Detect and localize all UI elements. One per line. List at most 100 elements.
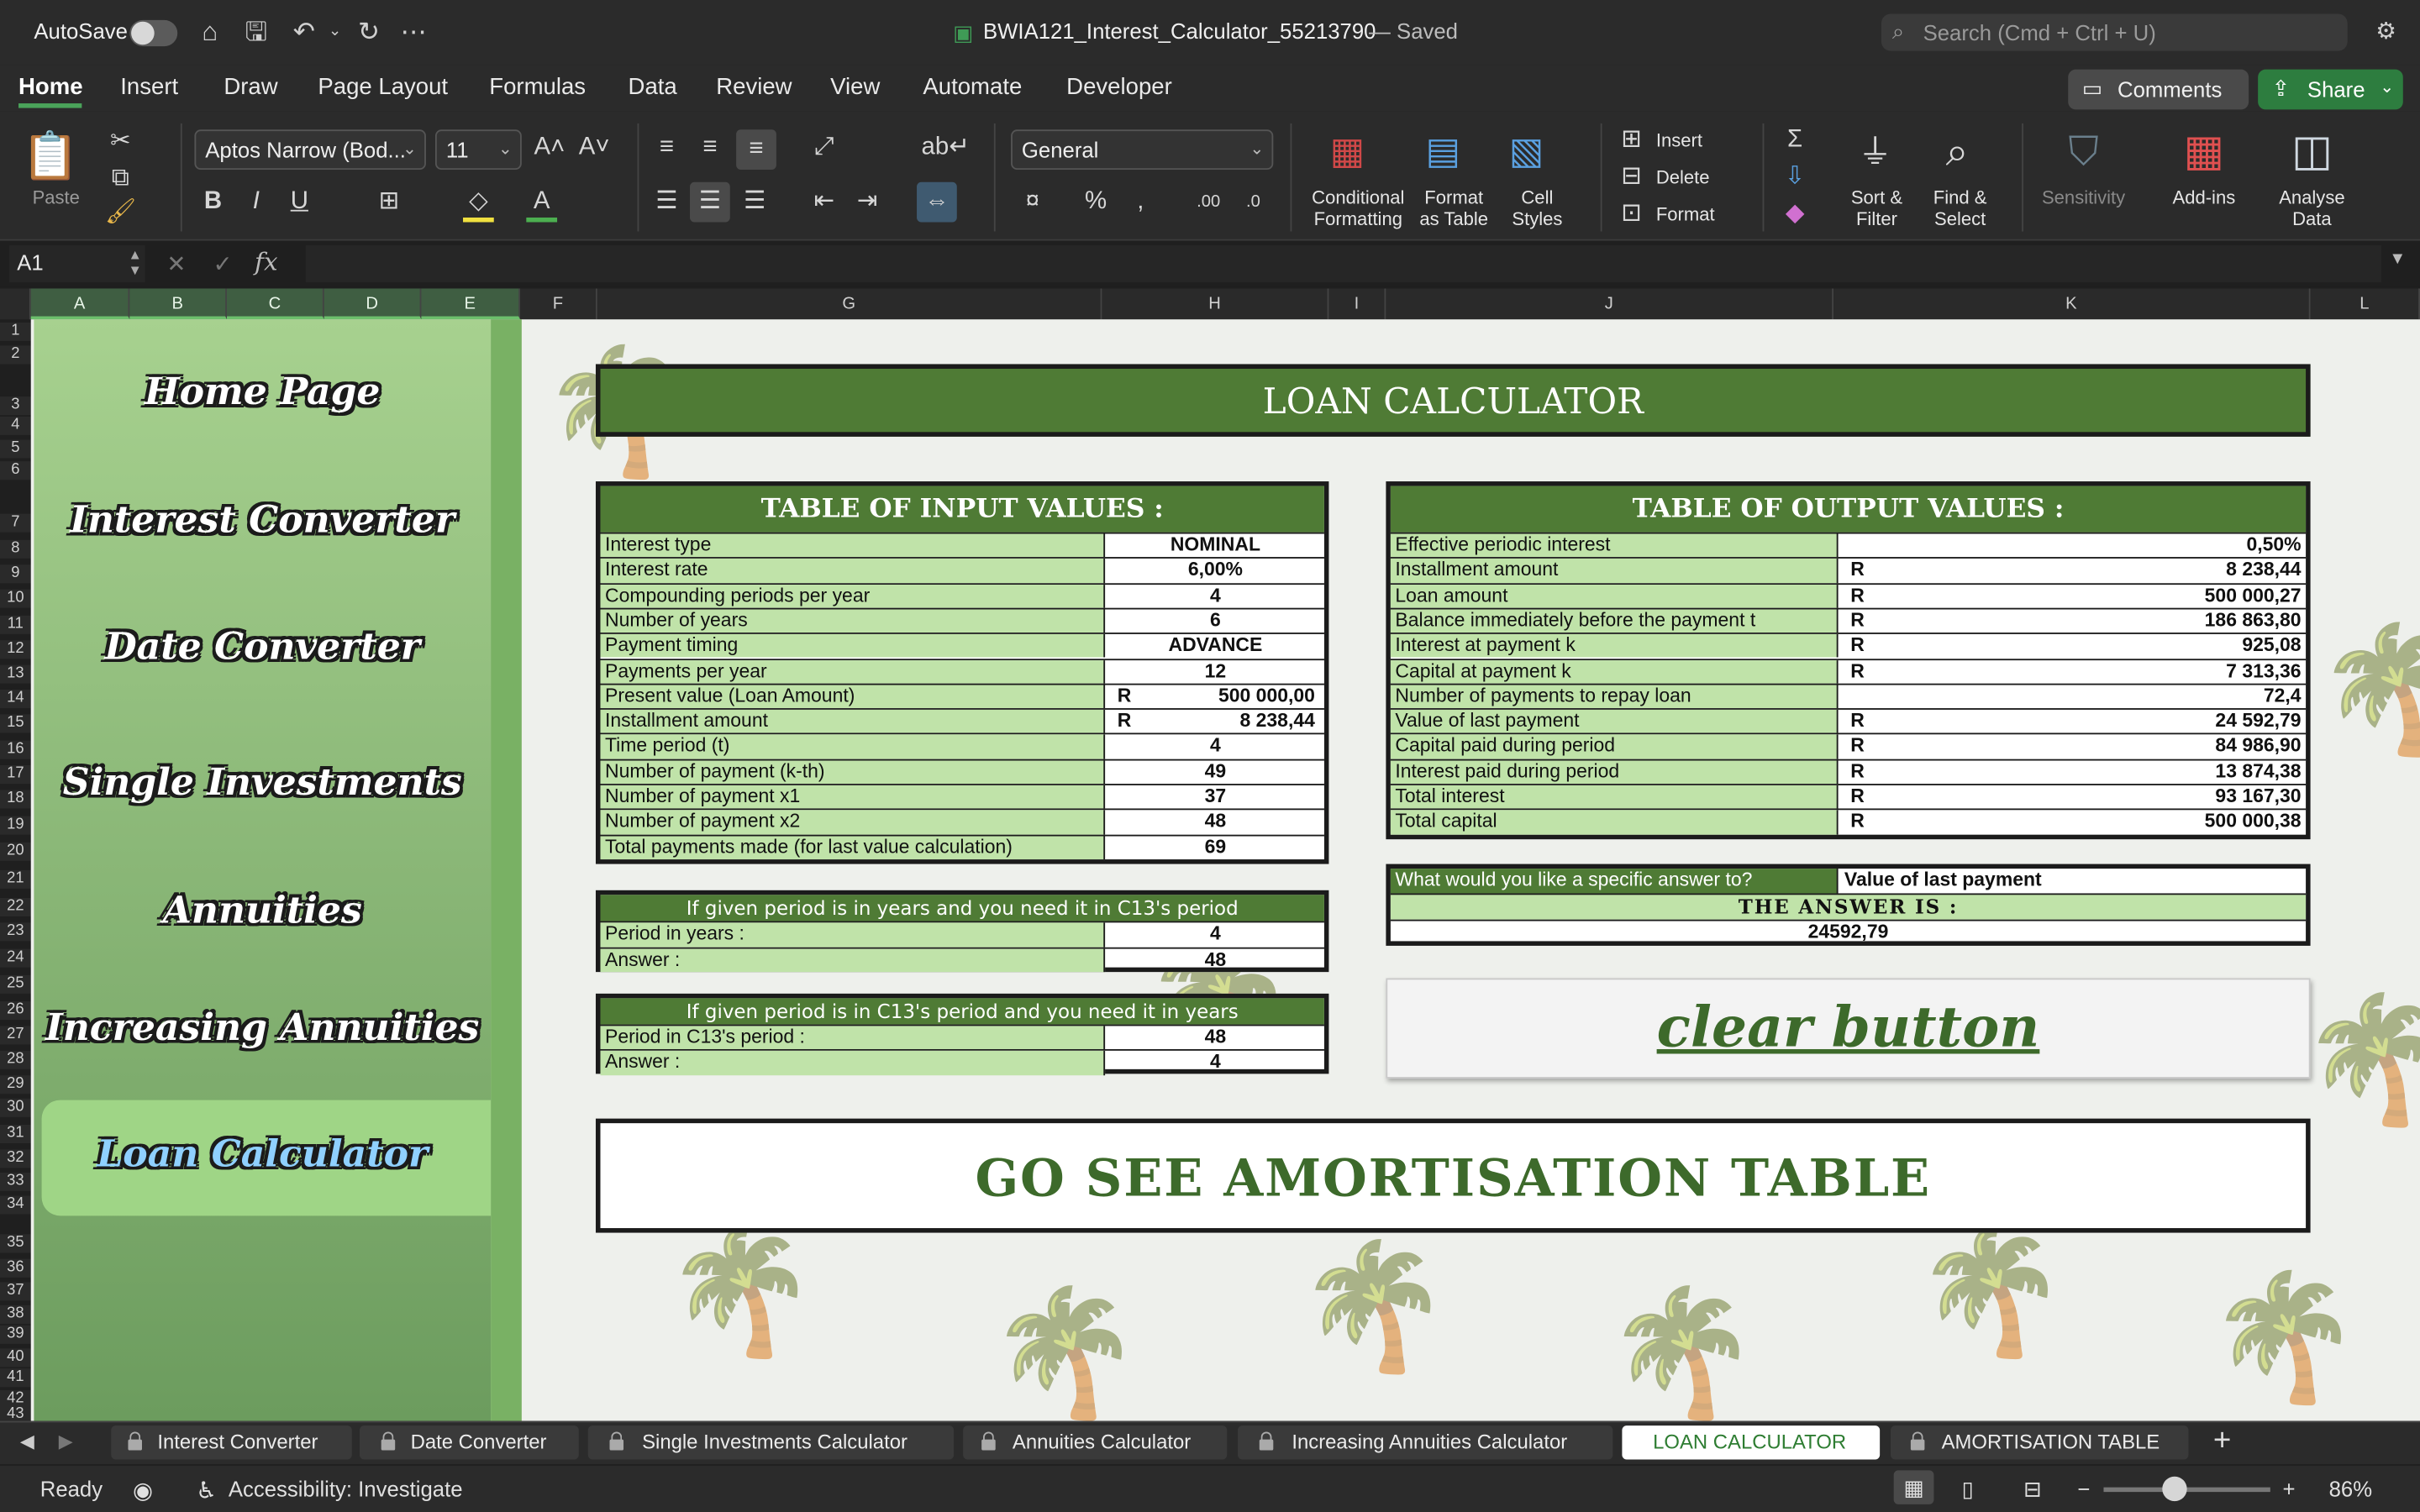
row-value[interactable]: 24 592,79 [2215, 710, 2301, 733]
row-value[interactable]: 8 238,44 [2226, 559, 2301, 582]
row-value[interactable]: 12 [1107, 659, 1324, 683]
paste-icon[interactable]: 📋 [22, 129, 80, 185]
sensitivity-label[interactable]: Sensitivity [2037, 186, 2129, 208]
row-value[interactable]: 4 [1107, 922, 1324, 946]
row-header[interactable]: 2 [0, 345, 31, 365]
row-header[interactable]: 5 [0, 439, 31, 459]
row-value[interactable]: NOMINAL [1107, 534, 1324, 558]
column-header[interactable]: L [2310, 288, 2420, 320]
increase-indent-icon[interactable]: ⇥ [850, 186, 884, 218]
undo-icon[interactable]: ↶ [287, 15, 321, 49]
sheet-tab-single-investments[interactable]: Single Investments Calculator [587, 1425, 955, 1460]
cell-styles-icon[interactable]: ▧ [1502, 129, 1551, 176]
currency-icon[interactable]: ¤ [1016, 186, 1050, 218]
font-color-icon[interactable]: A [526, 186, 558, 223]
nav-date-converter[interactable]: Date Converter [34, 623, 491, 668]
sheet-tab-annuities[interactable]: Annuities Calculator [963, 1425, 1228, 1460]
bold-icon[interactable]: B [197, 186, 229, 218]
row-header[interactable]: 7 [0, 513, 31, 533]
row-header[interactable]: 14 [0, 690, 31, 709]
nav-single-investments[interactable]: Single Investments [34, 759, 491, 804]
row-header[interactable]: 39 [0, 1325, 31, 1344]
row-value[interactable]: 500 000,00 [1218, 685, 1315, 708]
row-header[interactable]: 37 [0, 1282, 31, 1301]
row-value[interactable]: 48 [1107, 1026, 1324, 1049]
row-value[interactable]: 186 863,80 [2205, 609, 2302, 633]
format-as-table-icon[interactable]: ▤ [1418, 129, 1468, 176]
column-header[interactable]: K [1833, 288, 2311, 320]
row-header[interactable]: 25 [0, 974, 31, 994]
stepper-icon[interactable]: ▲ ▼ [128, 247, 141, 278]
more-icon[interactable]: ⋯ [397, 15, 430, 49]
row-header[interactable]: 4 [0, 416, 31, 435]
row-value[interactable]: 4 [1107, 1051, 1324, 1074]
cancel-icon[interactable]: ✕ [166, 250, 186, 277]
row-header[interactable]: 22 [0, 897, 31, 917]
add-ins-label[interactable]: Add-ins [2165, 186, 2243, 208]
cell-styles-label[interactable]: Cell Styles [1498, 186, 1576, 229]
tab-review[interactable]: Review [716, 74, 792, 100]
cut-icon[interactable]: ✂ [105, 127, 136, 158]
normal-view-icon[interactable]: ▦ [1893, 1470, 1934, 1504]
clear-icon[interactable]: ◆ [1780, 199, 1811, 230]
row-header[interactable]: 18 [0, 790, 31, 809]
format-painter-icon[interactable]: 🖌 [105, 197, 136, 228]
row-header[interactable]: 27 [0, 1026, 31, 1045]
row-value[interactable]: 6 [1107, 609, 1324, 633]
row-header[interactable]: 21 [0, 869, 31, 889]
row-value[interactable]: 48 [1107, 948, 1324, 972]
row-value[interactable]: 4 [1107, 584, 1324, 607]
row-header[interactable]: 41 [0, 1368, 31, 1388]
row-header[interactable]: 9 [0, 564, 31, 584]
select-all-corner[interactable] [0, 288, 31, 320]
saved-status[interactable]: — Saved [1369, 18, 1458, 43]
find-select-label[interactable]: Find & Select [1924, 186, 1995, 229]
chevron-down-icon[interactable]: ⌄ [318, 15, 351, 49]
redo-icon[interactable]: ↻ [352, 15, 386, 49]
row-header[interactable]: 23 [0, 922, 31, 942]
fill-color-icon[interactable]: ◇ [463, 186, 494, 223]
tab-view[interactable]: View [830, 74, 880, 100]
macro-record-icon[interactable]: ◉ [133, 1477, 153, 1504]
nav-loan-calculator[interactable]: Loan Calculator [34, 1131, 491, 1175]
row-value[interactable]: ADVANCE [1107, 634, 1324, 658]
sheet-tab-amortisation-table[interactable]: AMORTISATION TABLE [1891, 1425, 2189, 1460]
column-header[interactable]: H [1102, 288, 1329, 320]
zoom-level[interactable]: 86% [2329, 1477, 2372, 1501]
insert-cells-label[interactable]: Insert [1656, 129, 1702, 151]
tab-page-layout[interactable]: Page Layout [318, 74, 448, 100]
column-header[interactable]: I [1328, 288, 1386, 320]
row-value[interactable]: 8 238,44 [1240, 710, 1315, 733]
zoom-out-icon[interactable]: − [2077, 1477, 2090, 1501]
row-header[interactable]: 28 [0, 1050, 31, 1069]
row-value[interactable]: 500 000,38 [2205, 811, 2302, 834]
accessibility-status[interactable]: Accessibility: Investigate [229, 1477, 463, 1501]
underline-icon[interactable]: U [284, 186, 315, 218]
expand-formula-icon[interactable]: ▼ [2389, 250, 2406, 269]
insert-cells-icon[interactable]: ⊞ [1616, 125, 1647, 156]
page-break-view-icon[interactable]: ⊟ [2023, 1477, 2042, 1503]
row-value[interactable]: 37 [1107, 785, 1324, 809]
row-value[interactable]: 49 [1107, 760, 1324, 784]
add-ins-icon[interactable]: ▦ [2173, 127, 2234, 176]
tab-developer[interactable]: Developer [1066, 74, 1172, 100]
name-box[interactable]: A1 ▲ ▼ [9, 245, 145, 283]
row-header[interactable]: 26 [0, 1001, 31, 1021]
share-button[interactable]: ⇪ Share ⌄ [2258, 69, 2403, 110]
font-size-select[interactable]: 11 ⌄ [434, 129, 522, 171]
decrease-decimal-icon[interactable]: .0 [1236, 186, 1270, 218]
row-header[interactable]: 24 [0, 948, 31, 968]
row-header[interactable]: 3 [0, 396, 31, 416]
format-as-table-label[interactable]: Format as Table [1407, 186, 1500, 229]
add-sheet-icon[interactable]: + [2213, 1424, 2231, 1459]
enter-icon[interactable]: ✓ [213, 250, 232, 277]
autosave-toggle[interactable] [129, 19, 178, 47]
number-format-select[interactable]: General ⌄ [1011, 129, 1274, 171]
align-right-icon[interactable]: ☰ [738, 186, 771, 218]
autosum-icon[interactable]: Σ [1780, 125, 1811, 156]
row-header[interactable]: 34 [0, 1195, 31, 1215]
column-header[interactable]: B [129, 288, 228, 320]
row-header[interactable]: 8 [0, 539, 31, 559]
orientation-icon[interactable]: ⤢ [808, 133, 841, 164]
page-layout-view-icon[interactable]: ▯ [1961, 1477, 1973, 1503]
